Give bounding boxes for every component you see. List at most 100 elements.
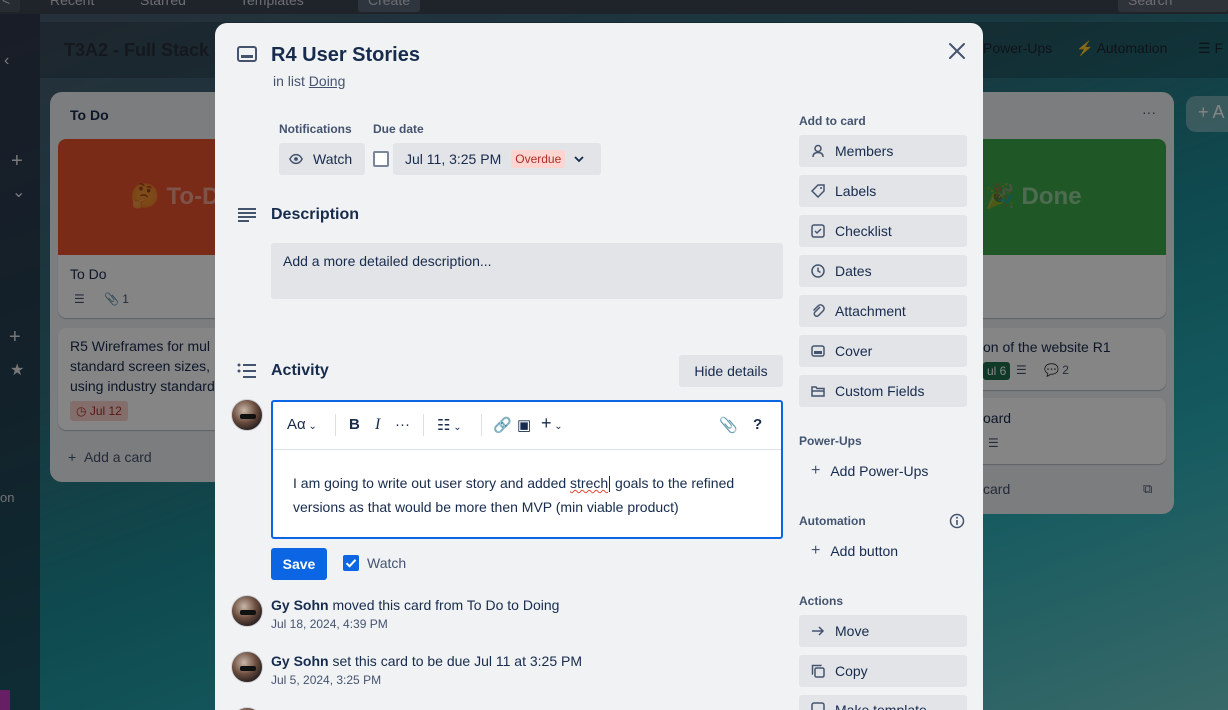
attachment-icon[interactable]: 📎 (719, 416, 738, 434)
arrow-right-icon (811, 624, 825, 638)
link-icon[interactable]: 🔗 (493, 416, 512, 434)
toolbar-divider (481, 414, 482, 436)
add-powerups-label: Add Power-Ups (830, 463, 929, 479)
watch-checkbox[interactable] (343, 555, 359, 571)
custom-fields-button[interactable]: Custom Fields (799, 375, 967, 407)
description-title: Description (271, 206, 360, 223)
checkmark-icon (345, 559, 357, 568)
clock-icon (811, 264, 825, 278)
checklist-icon (811, 224, 825, 238)
labels-button[interactable]: Labels (799, 175, 967, 207)
save-button[interactable]: Save (271, 548, 327, 580)
make-template-button[interactable]: Make template (799, 695, 967, 710)
activity-item: Gy Sohn set this card to be due Jul 11 a… (271, 653, 582, 669)
text-style-label: Aα (287, 416, 306, 433)
help-icon[interactable]: ? (753, 416, 762, 433)
editor-toolbar: Aα ⌄ B I ··· ☷ ⌄ 🔗 ▣ + ⌄ 📎 ? (273, 402, 781, 450)
labels-label: Labels (835, 183, 877, 199)
custom-fields-icon (811, 384, 825, 398)
image-icon[interactable]: ▣ (517, 416, 531, 434)
due-date-button[interactable]: Jul 11, 3:25 PM Overdue (393, 143, 601, 175)
cover-label: Cover (835, 343, 873, 359)
comment-editor[interactable]: Aα ⌄ B I ··· ☷ ⌄ 🔗 ▣ + ⌄ 📎 ? I am going … (271, 400, 783, 539)
due-date-label: Due date (373, 122, 424, 136)
comment-text[interactable]: I am going to write out user story and a… (293, 471, 763, 519)
bold-icon[interactable]: B (349, 416, 360, 433)
in-list-text: in list Doing (273, 73, 345, 89)
attachment-label: Attachment (835, 303, 906, 319)
checklist-button[interactable]: Checklist (799, 215, 967, 247)
toolbar-divider (335, 414, 336, 436)
watch-button[interactable]: Watch (279, 143, 365, 175)
card-icon (237, 46, 257, 62)
overdue-badge: Overdue (511, 150, 566, 168)
eye-icon (289, 153, 303, 165)
tag-icon (811, 184, 825, 198)
copy-button[interactable]: Copy (799, 655, 967, 687)
activity-action: set this card to be due Jul 11 at 3:25 P… (332, 653, 583, 669)
chevron-down-icon (574, 156, 584, 163)
card-title[interactable]: R4 User Stories (271, 44, 420, 67)
avatar[interactable] (231, 399, 263, 431)
make-template-label: Make template (835, 702, 927, 710)
card-detail-modal: R4 User Stories in list Doing Notificati… (215, 23, 983, 710)
template-icon (811, 702, 825, 710)
text-style-button[interactable]: Aα ⌄ (287, 416, 317, 433)
close-button[interactable] (945, 39, 969, 63)
dates-button[interactable]: Dates (799, 255, 967, 287)
add-powerups-button[interactable]: + Add Power-Ups (799, 455, 967, 487)
dates-label: Dates (835, 263, 872, 279)
cover-button[interactable]: Cover (799, 335, 967, 367)
watch-label: Watch (313, 151, 353, 167)
cover-icon (811, 344, 825, 358)
description-placeholder: Add a more detailed description... (283, 253, 492, 269)
avatar[interactable] (231, 595, 263, 627)
custom-fields-label: Custom Fields (835, 383, 925, 399)
move-label: Move (835, 623, 870, 639)
automation-title: Automation (799, 514, 866, 528)
add-button-label: Add button (830, 543, 899, 559)
paperclip-icon (811, 304, 825, 318)
watch-checkbox-label: Watch (367, 555, 407, 571)
more-formatting-icon[interactable]: ··· (395, 416, 410, 433)
description-icon (238, 208, 256, 222)
list-link[interactable]: Doing (309, 73, 346, 89)
checklist-label: Checklist (835, 223, 892, 239)
info-icon[interactable] (949, 513, 965, 532)
comment-text-before: I am going to write out user story and a… (293, 475, 571, 491)
due-date-checkbox[interactable] (373, 151, 389, 167)
plus-icon: + (811, 542, 821, 559)
list-icon[interactable]: ☷ ⌄ (437, 416, 462, 434)
in-list-prefix: in list (273, 73, 305, 89)
activity-action: moved this card from To Do to Doing (332, 597, 560, 613)
plus-icon: + (811, 462, 821, 479)
close-icon (949, 43, 965, 59)
avatar[interactable] (231, 651, 263, 683)
toolbar-divider (423, 414, 424, 436)
add-to-card-title: Add to card (799, 114, 866, 128)
move-button[interactable]: Move (799, 615, 967, 647)
add-button-button[interactable]: + Add button (799, 535, 967, 567)
members-label: Members (835, 143, 894, 159)
attachment-button[interactable]: Attachment (799, 295, 967, 327)
activity-icon (237, 363, 256, 378)
misspelled-word: strech (570, 475, 609, 491)
copy-icon (811, 664, 825, 678)
hide-details-button[interactable]: Hide details (679, 355, 783, 387)
actions-title: Actions (799, 594, 844, 608)
copy-label: Copy (835, 663, 868, 679)
activity-user[interactable]: Gy Sohn (271, 597, 329, 613)
person-icon (811, 144, 825, 158)
activity-user[interactable]: Gy Sohn (271, 653, 329, 669)
members-button[interactable]: Members (799, 135, 967, 167)
due-date-value: Jul 11, 3:25 PM (405, 151, 502, 167)
notifications-label: Notifications (279, 122, 352, 136)
activity-time[interactable]: Jul 18, 2024, 4:39 PM (271, 617, 388, 631)
italic-icon[interactable]: I (375, 416, 380, 434)
insert-plus-icon[interactable]: + ⌄ (541, 413, 563, 434)
description-field[interactable]: Add a more detailed description... (271, 243, 783, 299)
activity-title: Activity (271, 362, 329, 379)
activity-item: Gy Sohn moved this card from To Do to Do… (271, 597, 559, 613)
activity-time[interactable]: Jul 5, 2024, 3:25 PM (271, 673, 381, 687)
powerups-title: Power-Ups (799, 434, 862, 448)
